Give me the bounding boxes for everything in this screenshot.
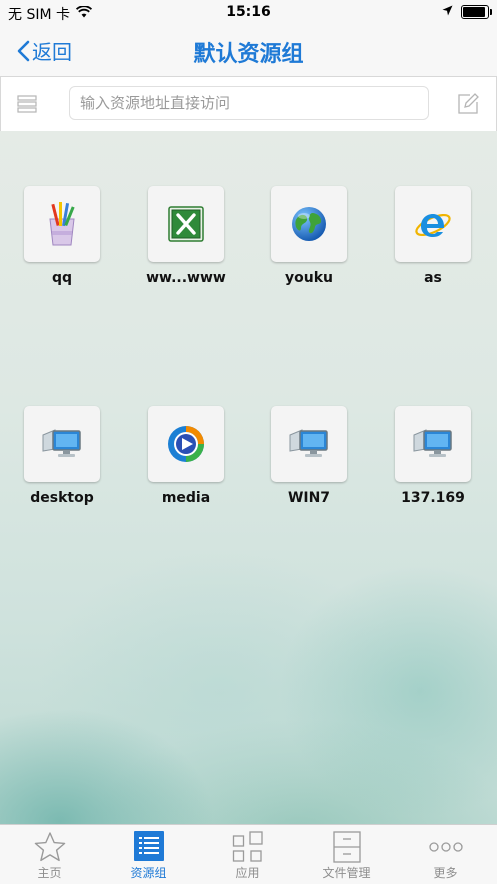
excel-icon <box>168 206 204 242</box>
address-bar <box>0 76 497 132</box>
tab-home[interactable]: 主页 <box>0 825 99 884</box>
page-title: 默认资源组 <box>193 42 304 67</box>
tab-label: 主页 <box>37 866 62 880</box>
resource-tile[interactable]: WIN7 <box>263 406 355 506</box>
resource-grid: qq ww...www youku as desktop media WIN7 … <box>0 131 497 824</box>
status-bar: 无 SIM 卡 15:16 <box>0 0 497 26</box>
tab-apps[interactable]: 应用 <box>198 825 297 884</box>
location-arrow-icon <box>442 4 453 20</box>
internet-explorer-icon <box>415 213 451 237</box>
battery-icon <box>461 5 492 19</box>
tile-icon-box <box>395 186 471 262</box>
tile-label: desktop <box>30 490 94 506</box>
status-right <box>442 4 492 20</box>
star-icon <box>34 832 65 862</box>
tab-resource-group[interactable]: 资源组 <box>99 825 198 884</box>
tile-label: WIN7 <box>287 490 331 506</box>
tile-icon-box <box>24 186 100 262</box>
tab-more[interactable]: 更多 <box>396 825 495 884</box>
remote-desktop-icon <box>289 429 328 457</box>
resource-tile[interactable]: youku <box>263 186 355 286</box>
tile-icon-box <box>395 406 471 482</box>
edit-icon <box>458 93 479 114</box>
remote-desktop-icon <box>413 429 452 457</box>
more-icon <box>428 842 463 852</box>
paint-brushes-icon <box>49 202 75 246</box>
resource-tile[interactable]: as <box>387 186 479 286</box>
list-icon <box>133 831 164 861</box>
tab-label: 应用 <box>235 866 260 880</box>
tile-icon-box <box>148 186 224 262</box>
cabinet-icon <box>332 831 361 863</box>
resource-tile[interactable]: qq <box>16 186 108 286</box>
status-time: 15:16 <box>226 4 271 20</box>
tab-label: 文件管理 <box>322 866 371 880</box>
tile-icon-box <box>24 406 100 482</box>
tile-label: youku <box>285 270 333 286</box>
resource-tile[interactable]: media <box>140 406 232 506</box>
tile-icon-box <box>271 186 347 262</box>
address-input[interactable] <box>69 86 429 120</box>
tile-label: media <box>161 490 211 506</box>
tab-file-manager[interactable]: 文件管理 <box>297 825 396 884</box>
tile-label: qq <box>51 270 73 286</box>
media-player-icon <box>168 426 204 462</box>
list-view-button[interactable] <box>17 94 37 118</box>
tab-label: 资源组 <box>130 866 167 880</box>
resource-tile[interactable]: ww...www <box>140 186 232 286</box>
list-icon <box>17 95 37 113</box>
globe-icon <box>292 207 326 241</box>
edit-button[interactable] <box>456 92 480 120</box>
tile-icon-box <box>148 406 224 482</box>
navigation-bar: 返回 默认资源组 <box>0 26 497 76</box>
resource-tile[interactable]: 137.169 <box>387 406 479 506</box>
tile-label: 137.169 <box>401 490 465 506</box>
tab-bar: 主页 资源组 应用 文件管理 更多 <box>0 824 497 884</box>
tab-label: 更多 <box>433 866 458 880</box>
grid-icon <box>232 831 263 862</box>
remote-desktop-icon <box>42 429 81 457</box>
tile-label: ww...www <box>146 270 226 286</box>
tile-label: as <box>424 270 442 286</box>
resource-tile[interactable]: desktop <box>16 406 108 506</box>
tile-icon-box <box>271 406 347 482</box>
